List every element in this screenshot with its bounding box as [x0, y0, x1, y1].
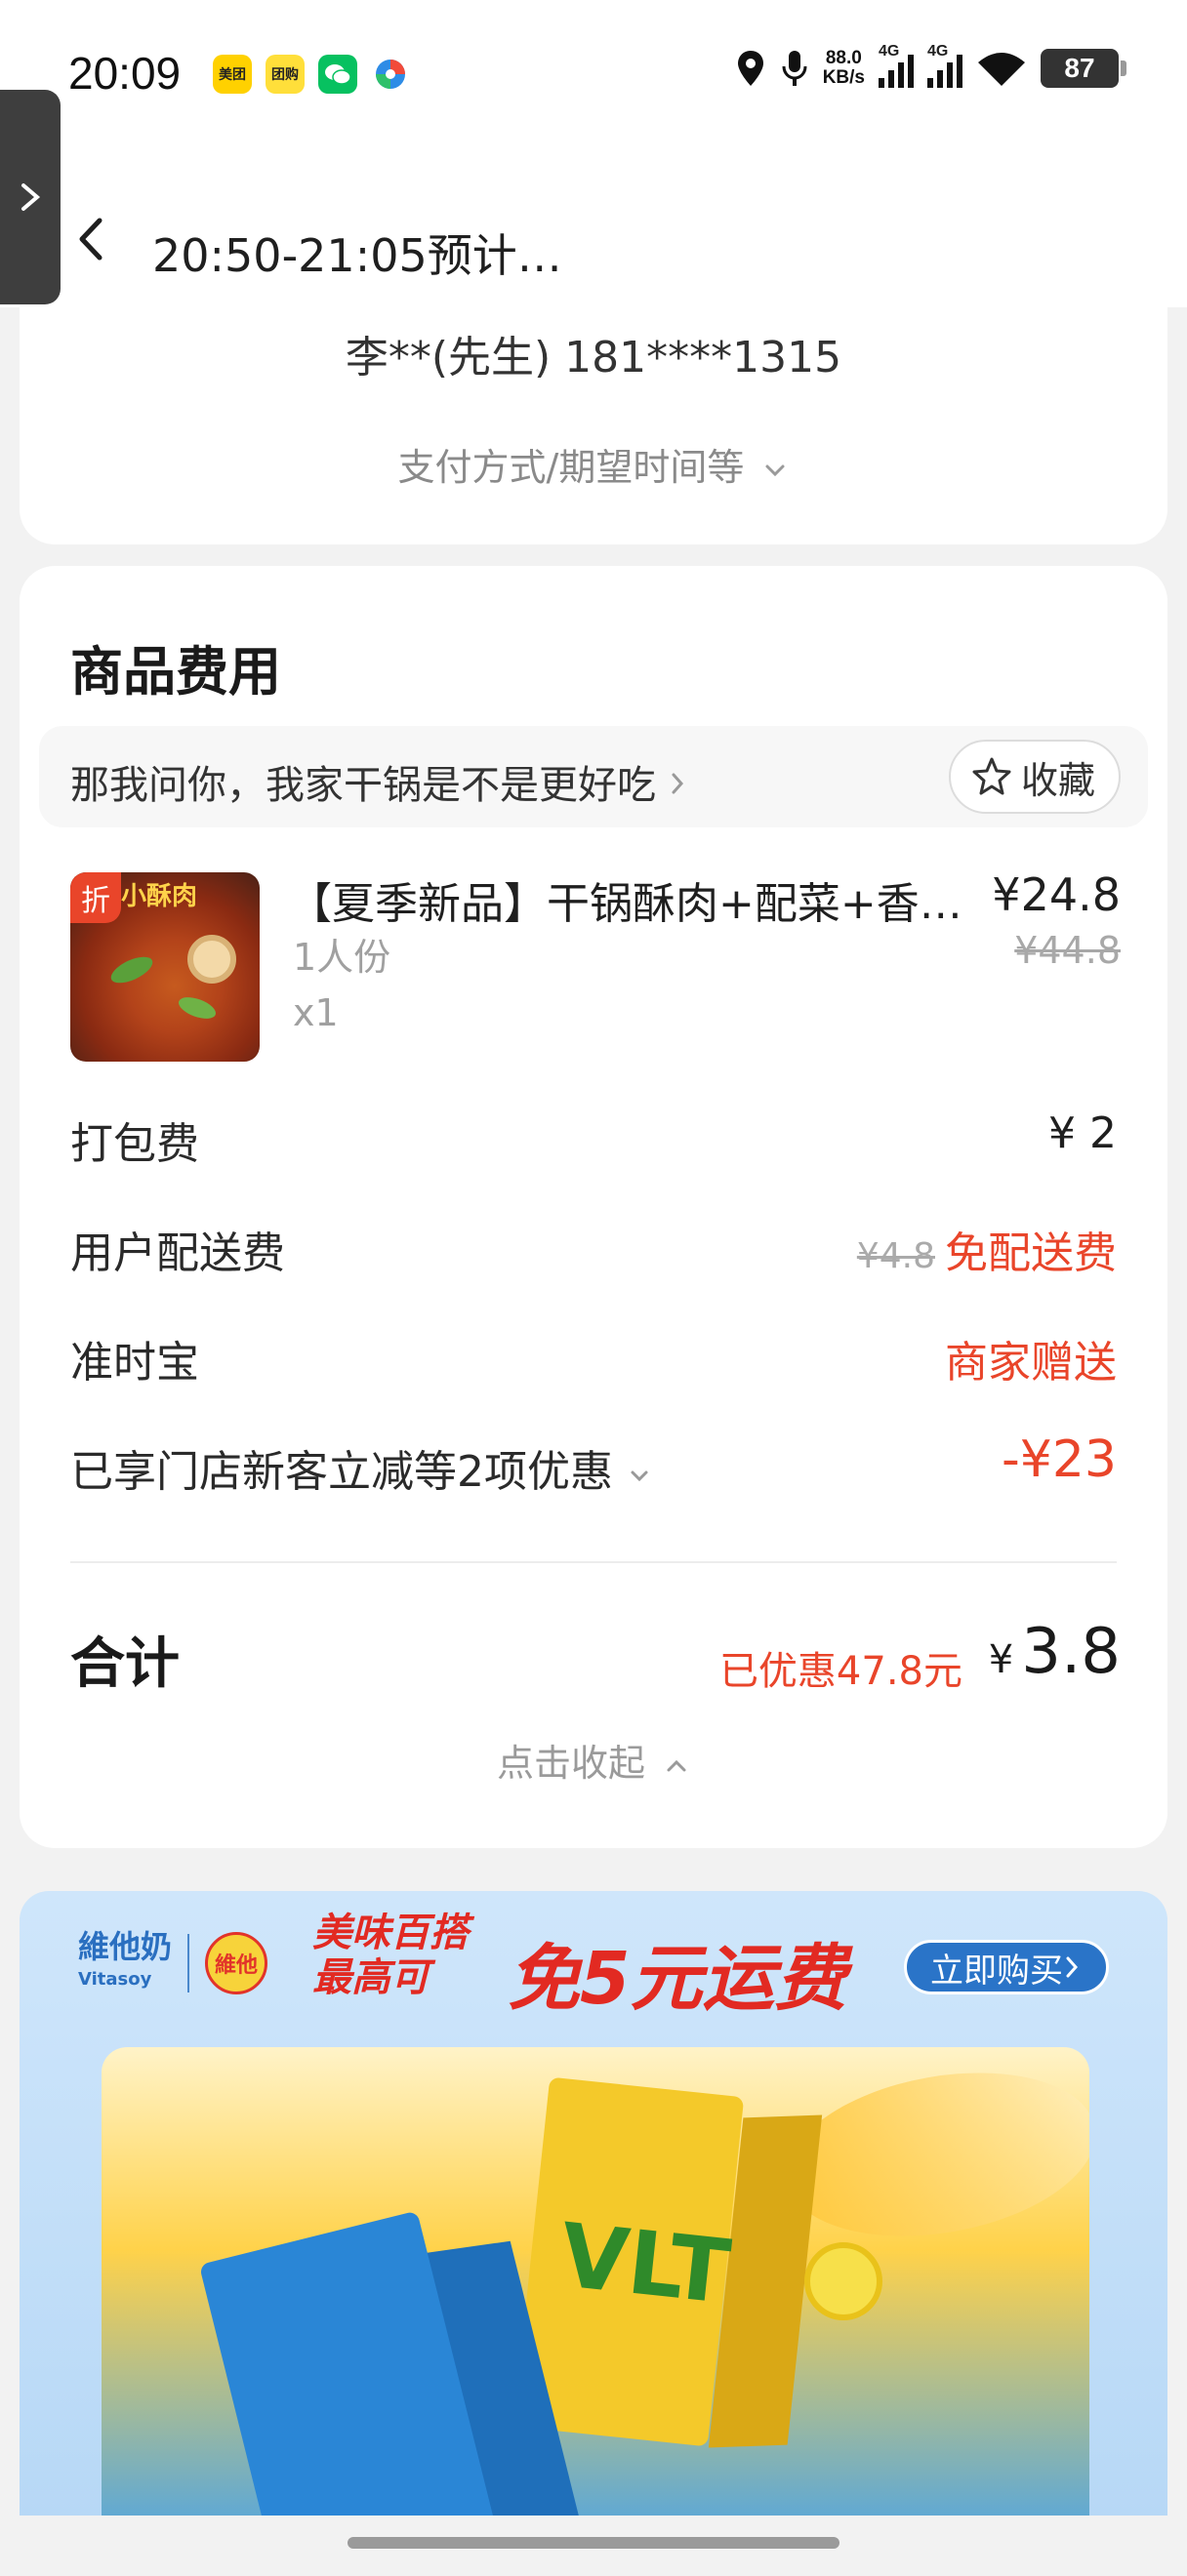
fee-label: 已享门店新客立减等2项优惠 — [70, 1436, 652, 1499]
favorite-button[interactable]: 收藏 — [948, 740, 1121, 814]
total-amount: ¥3.8 — [988, 1616, 1121, 1688]
vita-logo: 維他 — [205, 1932, 268, 1994]
notification-app-icons: 美团 团购 — [213, 55, 410, 94]
location-icon — [737, 51, 763, 86]
fee-value: ¥ 2 — [1048, 1108, 1117, 1158]
microphone-icon — [782, 51, 807, 86]
product-name: 【夏季新品】干锅酥肉+配菜+香… — [289, 879, 962, 929]
product-spec: 1人份 — [293, 936, 391, 979]
home-indicator[interactable] — [348, 2537, 839, 2549]
ad-slogan-main: 免5元运费 — [508, 1937, 847, 2021]
address-card: 李**(先生) 181****1315 支付方式/期望时间等 — [20, 293, 1167, 544]
on-time-guarantee-row: 准时宝 商家赠送 — [70, 1327, 1117, 1395]
status-time: 20:09 — [68, 48, 182, 99]
original-delivery-fee: ¥4.8 — [856, 1236, 935, 1276]
chevron-down-icon — [765, 464, 785, 477]
goods-fee-card: 商品费用 那我问你，我家干锅是不是更好吃 收藏 折 小酥肉 【夏季新品】干锅酥肉… — [20, 566, 1167, 1848]
vlt-product-label: VLT — [554, 2204, 735, 2324]
buy-now-button[interactable]: 立即购买 — [904, 1940, 1109, 1994]
product-original-price: ¥44.8 — [1014, 929, 1121, 972]
delivery-fee-row: 用户配送费 ¥4.8 免配送费 — [70, 1218, 1117, 1286]
status-indicators: 88.0 KB/s 4G 4G 87 — [735, 43, 1126, 88]
meituan-app-icon: 美团 — [213, 55, 252, 94]
section-title: 商品费用 — [70, 641, 281, 703]
page-title: 20:50-21:05预计… — [152, 229, 562, 282]
chevron-down-icon — [631, 1470, 648, 1482]
divider — [70, 1561, 1117, 1563]
battery-icon: 87 — [1041, 49, 1126, 88]
pinwheel-app-icon — [371, 55, 410, 94]
lemon-icon — [804, 2242, 882, 2320]
collapse-toggle[interactable]: 点击收起 — [20, 1733, 1167, 1787]
signal-icon-1: 4G — [879, 43, 914, 88]
packing-fee-row: 打包费 ¥ 2 — [70, 1108, 1117, 1177]
star-icon — [972, 757, 1011, 795]
wechat-app-icon — [318, 55, 357, 94]
collapse-label: 点击收起 — [496, 1742, 645, 1785]
ad-brand-logos: 維他奶 Vitasoy 維他 — [78, 1928, 268, 1996]
vitasoy-ad-banner[interactable]: 維他奶 Vitasoy 維他 美味百搭 最高可 免5元运费 立即购买 VLT — [20, 1891, 1167, 2516]
chevron-right-icon — [21, 183, 41, 211]
payment-options-label: 支付方式/期望时间等 — [397, 446, 745, 489]
fee-label: 打包费 — [70, 1119, 199, 1169]
ad-product-image: VLT — [102, 2047, 1089, 2516]
tuanhao-app-icon: 团购 — [266, 55, 305, 94]
vitasoy-logo: 維他奶 Vitasoy — [78, 1928, 173, 1990]
store-row[interactable]: 那我问你，我家干锅是不是更好吃 收藏 — [39, 726, 1148, 827]
product-quantity: x1 — [293, 991, 339, 1034]
fee-label: 用户配送费 — [70, 1228, 285, 1278]
product-image[interactable]: 折 小酥肉 — [70, 872, 260, 1062]
chevron-right-icon — [672, 773, 683, 794]
free-delivery-label: 免配送费 — [945, 1228, 1117, 1278]
store-name: 那我问你，我家干锅是不是更好吃 — [70, 753, 688, 810]
total-label: 合计 — [70, 1632, 180, 1696]
wifi-icon — [978, 53, 1025, 86]
signal-icon-2: 4G — [927, 43, 962, 88]
fee-label: 准时宝 — [70, 1338, 199, 1388]
order-header: 20:50-21:05预计… — [0, 146, 1187, 307]
payment-options-toggle[interactable]: 支付方式/期望时间等 — [20, 437, 1167, 491]
side-expand-tab[interactable] — [0, 90, 61, 304]
chevron-up-icon — [667, 1759, 686, 1772]
fee-value: ¥4.8 免配送费 — [857, 1218, 1117, 1280]
discount-tag: 折 — [70, 872, 121, 923]
fee-value: 商家赠送 — [945, 1338, 1117, 1388]
product-price: ¥24.8 — [992, 868, 1121, 921]
ad-slogan-small: 美味百搭 最高可 — [312, 1911, 469, 2000]
discount-value: -¥23 — [1001, 1430, 1117, 1489]
product-image-banner: 小酥肉 — [121, 882, 198, 911]
back-arrow-icon[interactable] — [68, 215, 117, 263]
total-saved: 已优惠47.8元 — [718, 1649, 962, 1694]
network-speed: 88.0 KB/s — [822, 48, 865, 88]
discounts-row[interactable]: 已享门店新客立减等2项优惠 -¥23 — [70, 1430, 1117, 1505]
contact-info: 李**(先生) 181****1315 — [345, 333, 842, 382]
status-bar: 20:09 美团 团购 88.0 KB/s 4G 4G 87 — [0, 0, 1187, 146]
chevron-right-icon — [1066, 1956, 1079, 1978]
